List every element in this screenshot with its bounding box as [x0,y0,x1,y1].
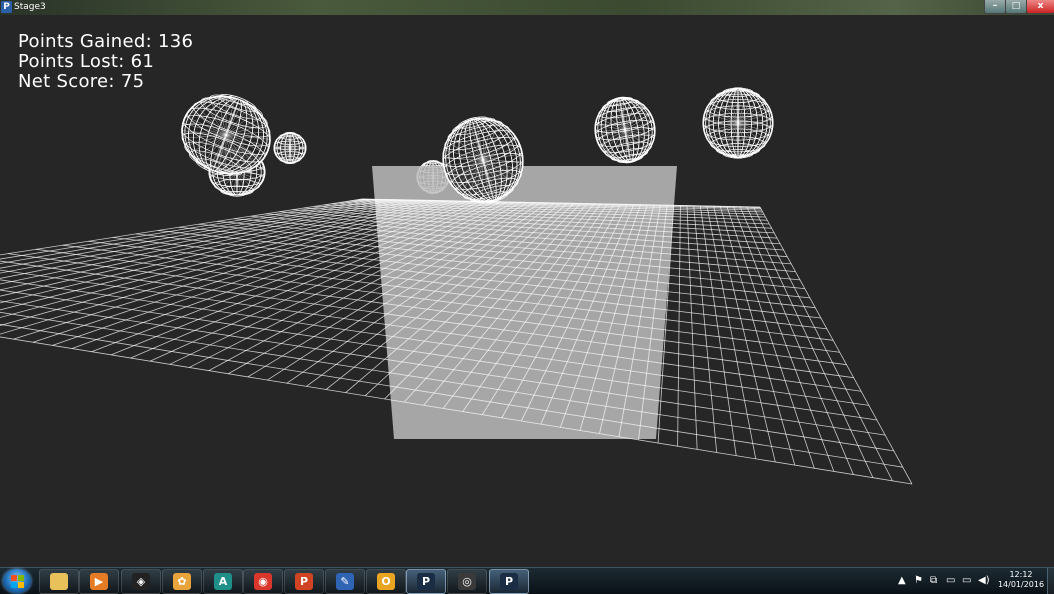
3d-scene [0,87,913,485]
paint-icon: ✿ [173,573,191,590]
taskbar-app-processing-running[interactable]: P [489,569,529,594]
maximize-button[interactable]: □ [1005,0,1027,14]
speaker-icon[interactable]: ◀) [978,572,990,590]
floor-grid-line [739,206,854,475]
network-icon[interactable]: ⧉ [930,572,937,590]
game-viewport[interactable]: Points Gained: 136 Points Lost: 61 Net S… [0,15,1054,567]
show-hidden-icons-button[interactable]: ▲ [898,572,906,590]
start-button[interactable] [3,569,31,593]
outlook-icon: O [377,573,395,590]
taskbar-app-game-controller[interactable]: ◎ [447,569,487,594]
points-lost-label: Points Lost: 61 [18,51,155,72]
taskbar-app-media-player[interactable]: ▶ [79,569,119,594]
show-desktop-button[interactable] [1047,568,1054,594]
taskbar-app-pen-tool[interactable]: ✎ [325,569,365,594]
sphere-right-center [594,96,656,164]
sphere-tiny-left [273,132,307,164]
taskbar-app-unity[interactable]: ◈ [121,569,161,594]
floor-grid-line [733,206,835,472]
taskbar-app-file-explorer[interactable] [39,569,79,594]
processing-icon: P [417,573,435,590]
clock-date: 14/01/2016 [997,580,1045,589]
floor-grid-line [686,205,698,450]
battery-icon[interactable]: ▭ [962,572,971,590]
score-hud: Points Gained: 136 Points Lost: 61 Net S… [18,32,193,92]
taskbar-app-chrome[interactable]: ◉ [243,569,283,594]
window-title: Stage3 [14,2,46,12]
floor-grid-line [0,199,396,279]
processing-app-icon: P [1,1,12,13]
autodesk-icon: A [214,573,232,590]
close-button[interactable]: x [1026,0,1054,14]
pen-tool-icon: ✎ [336,573,354,590]
sphere-far-right [702,87,774,159]
game-controller-icon: ◎ [458,573,476,590]
floor-grid-line [726,206,815,469]
taskbar-app-autodesk[interactable]: A [203,569,243,594]
floor-grid-line [719,206,796,466]
floor-grid-line [372,199,422,324]
taskbar-app-processing[interactable]: P [406,569,446,594]
floor-grid-line [759,206,913,485]
title-bar[interactable]: P Stage3 – □ x [0,0,1054,15]
file-explorer-icon [50,573,68,590]
taskbar-app-outlook[interactable]: O [366,569,406,594]
floor-grid-line [713,205,776,463]
minimize-button[interactable]: – [984,0,1006,14]
floor-grid-line [746,206,874,478]
points-gained-label: Points Gained: 136 [18,31,194,52]
power-icon[interactable]: ▭ [946,572,955,590]
floor-grid-line [372,199,396,312]
floor-grid-line [693,205,718,453]
clock-time: 12:12 [1009,570,1033,579]
windows-taskbar: ▶ ◈ ✿ A ◉ P ✎ O P ◎ P ▲ ⚑ ⧉ ▭ ▭ ◀) 12:12 14/01/201… [0,567,1054,594]
action-center-flag-icon[interactable]: ⚑ [914,572,923,590]
chrome-icon: ◉ [254,573,272,590]
floor-grid-line [0,199,422,304]
floor-grid-line [677,205,681,447]
powerpoint-icon: P [295,573,313,590]
taskbar-app-paint[interactable]: ✿ [162,569,202,594]
taskbar-app-powerpoint[interactable]: P [284,569,324,594]
taskbar-clock[interactable]: 12:12 14/01/2016 [995,570,1047,590]
media-player-icon: ▶ [90,573,108,590]
processing-running-icon: P [500,573,518,590]
unity-icon: ◈ [132,573,150,590]
windows-logo-icon [11,575,24,588]
net-score-label: Net Score: 75 [18,71,145,92]
